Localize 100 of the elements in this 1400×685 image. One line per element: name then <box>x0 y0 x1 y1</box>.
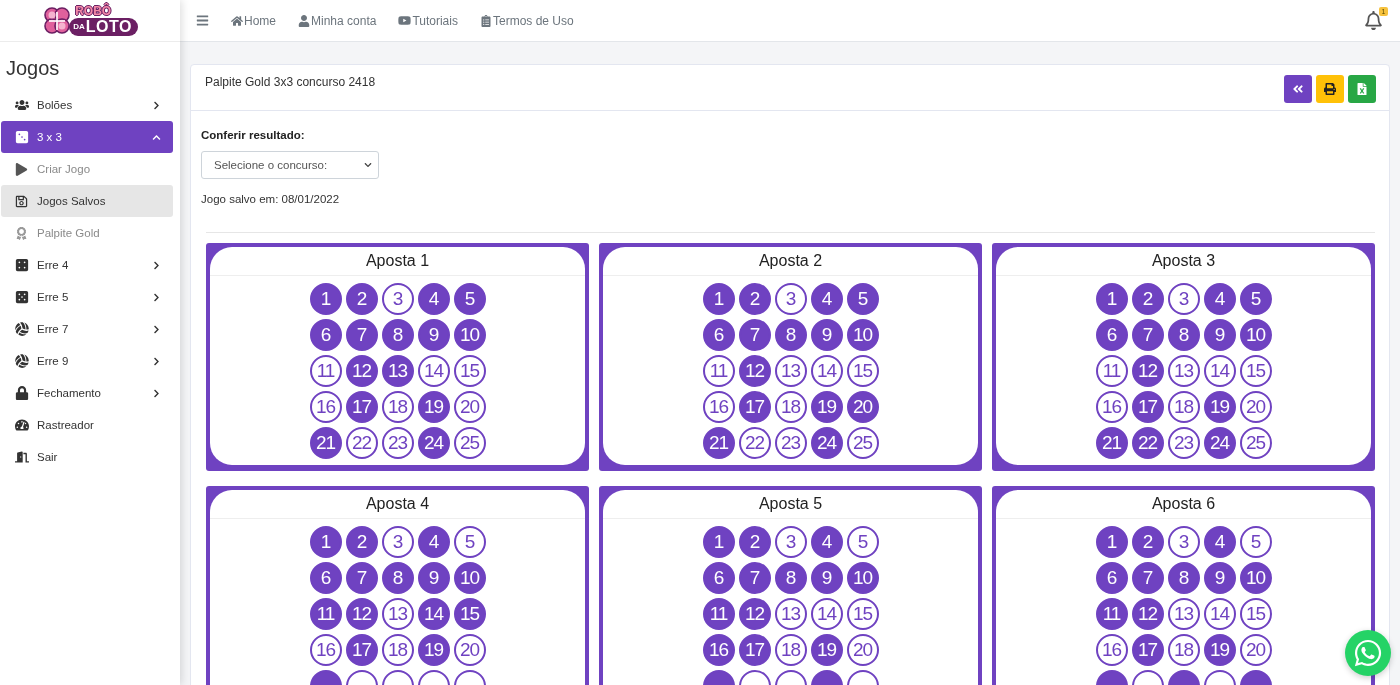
number-ball: 9 <box>1203 319 1236 351</box>
sidebar-menu-item[interactable]: Erre 9 <box>1 345 173 377</box>
bet-title: Aposta 4 <box>210 490 585 519</box>
number-ball: 4 <box>417 526 450 558</box>
number-ball: 16 <box>309 391 342 423</box>
print-button[interactable] <box>1316 75 1344 103</box>
number-ball: 6 <box>702 319 735 351</box>
number-ball: 1 <box>1095 526 1128 558</box>
number-ball: 6 <box>309 562 342 594</box>
logo-text: DA <box>73 22 85 32</box>
number-ball: 21 <box>1095 427 1128 459</box>
tutorials-link[interactable]: Tutoriais <box>398 13 458 28</box>
number-ball: 5 <box>846 526 879 558</box>
bet-title: Aposta 6 <box>996 490 1371 519</box>
number-ball: 3 <box>381 283 414 315</box>
bet-title: Aposta 2 <box>603 247 978 276</box>
number-ball: 13 <box>381 355 414 387</box>
sidebar-submenu-item[interactable]: Palpite Gold <box>1 217 173 249</box>
number-ball: 3 <box>1167 283 1200 315</box>
number-ball: 3 <box>774 283 807 315</box>
bet-title: Aposta 5 <box>603 490 978 519</box>
number-ball: 19 <box>417 391 450 423</box>
number-ball: 6 <box>309 319 342 351</box>
sidebar-menu-item[interactable]: Erre 5 <box>1 281 173 313</box>
logo-text: LOTO <box>85 19 132 35</box>
play-icon <box>15 162 28 176</box>
number-ball: 24 <box>417 427 450 459</box>
lock-icon <box>14 386 29 400</box>
number-ball: 20 <box>453 634 486 666</box>
number-ball: 2 <box>1131 283 1164 315</box>
number-ball: 9 <box>810 562 843 594</box>
number-ball: 13 <box>1167 598 1200 630</box>
number-ball: 4 <box>1203 526 1236 558</box>
number-ball: 5 <box>1239 526 1272 558</box>
number-ball: 21 <box>702 427 735 459</box>
number-ball: 15 <box>846 598 879 630</box>
sidebar-menu-item[interactable]: 3 x 3 <box>1 121 173 153</box>
number-ball: 6 <box>702 562 735 594</box>
number-ball: 1 <box>309 283 342 315</box>
number-ball: 9 <box>417 562 450 594</box>
number-ball: 2 <box>738 283 771 315</box>
number-ball: 3 <box>1167 526 1200 558</box>
dice-icon <box>14 130 29 144</box>
number-ball: 20 <box>846 391 879 423</box>
home-link[interactable]: Home <box>231 13 276 28</box>
sidebar-submenu-item[interactable]: Jogos Salvos <box>1 185 173 217</box>
spreadsheet-file-icon <box>1356 83 1368 95</box>
number-ball: 19 <box>810 634 843 666</box>
number-ball: 10 <box>453 319 486 351</box>
number-ball: 18 <box>774 634 807 666</box>
sidebar-menu-item[interactable]: Rastreador <box>1 409 173 441</box>
number-ball: 7 <box>738 319 771 351</box>
sidebar-submenu-item[interactable]: Criar Jogo <box>1 153 173 185</box>
video-icon <box>398 14 412 27</box>
award-ribbon-icon <box>15 226 28 240</box>
sidebar-menu-item[interactable]: Erre 7 <box>1 313 173 345</box>
number-ball: 14 <box>810 355 843 387</box>
menu-icon[interactable] <box>196 14 209 27</box>
sidebar-menu-item[interactable]: Bolões <box>1 89 173 121</box>
number-ball: 25 <box>1239 427 1272 459</box>
number-ball: 25 <box>453 427 486 459</box>
number-ball: 16 <box>1095 391 1128 423</box>
number-ball: 7 <box>345 319 378 351</box>
number-ball: 14 <box>417 355 450 387</box>
number-ball: 17 <box>1131 391 1164 423</box>
number-ball: 10 <box>453 562 486 594</box>
number-ball: 19 <box>1203 634 1236 666</box>
number-ball: 13 <box>1167 355 1200 387</box>
terms-link[interactable]: Termos de Uso <box>479 13 574 28</box>
number-ball: 4 <box>810 526 843 558</box>
number-ball: 9 <box>810 319 843 351</box>
number-ball: 4 <box>1203 283 1236 315</box>
sidebar-title: Jogos <box>5 56 61 81</box>
number-ball: 17 <box>738 634 771 666</box>
account-link[interactable]: Minha conta <box>298 13 377 28</box>
sidebar-menu-item[interactable]: Fechamento <box>1 377 173 409</box>
sidebar-menu-item[interactable]: Sair <box>1 441 173 473</box>
contest-select[interactable]: Selecione o concurso: <box>201 151 379 179</box>
number-ball: 14 <box>417 598 450 630</box>
number-ball: 5 <box>846 283 879 315</box>
number-ball: 17 <box>345 391 378 423</box>
number-ball: 15 <box>1239 355 1272 387</box>
number-ball: 2 <box>1131 526 1164 558</box>
number-ball: 20 <box>453 391 486 423</box>
number-ball: 17 <box>738 391 771 423</box>
dice-icon <box>14 258 29 272</box>
back-button[interactable] <box>1284 75 1312 103</box>
home-icon <box>231 14 243 27</box>
bet-title: Aposta 3 <box>996 247 1371 276</box>
number-ball: 12 <box>1131 355 1164 387</box>
number-ball: 20 <box>1239 391 1272 423</box>
number-ball: 3 <box>774 526 807 558</box>
number-ball: 4 <box>810 283 843 315</box>
number-ball: 1 <box>309 526 342 558</box>
number-ball: 13 <box>381 598 414 630</box>
number-ball: 12 <box>1131 598 1164 630</box>
number-ball: 8 <box>774 562 807 594</box>
bell-icon[interactable] <box>1364 11 1383 30</box>
number-ball: 23 <box>381 427 414 459</box>
sidebar-menu-item[interactable]: Erre 4 <box>1 249 173 281</box>
